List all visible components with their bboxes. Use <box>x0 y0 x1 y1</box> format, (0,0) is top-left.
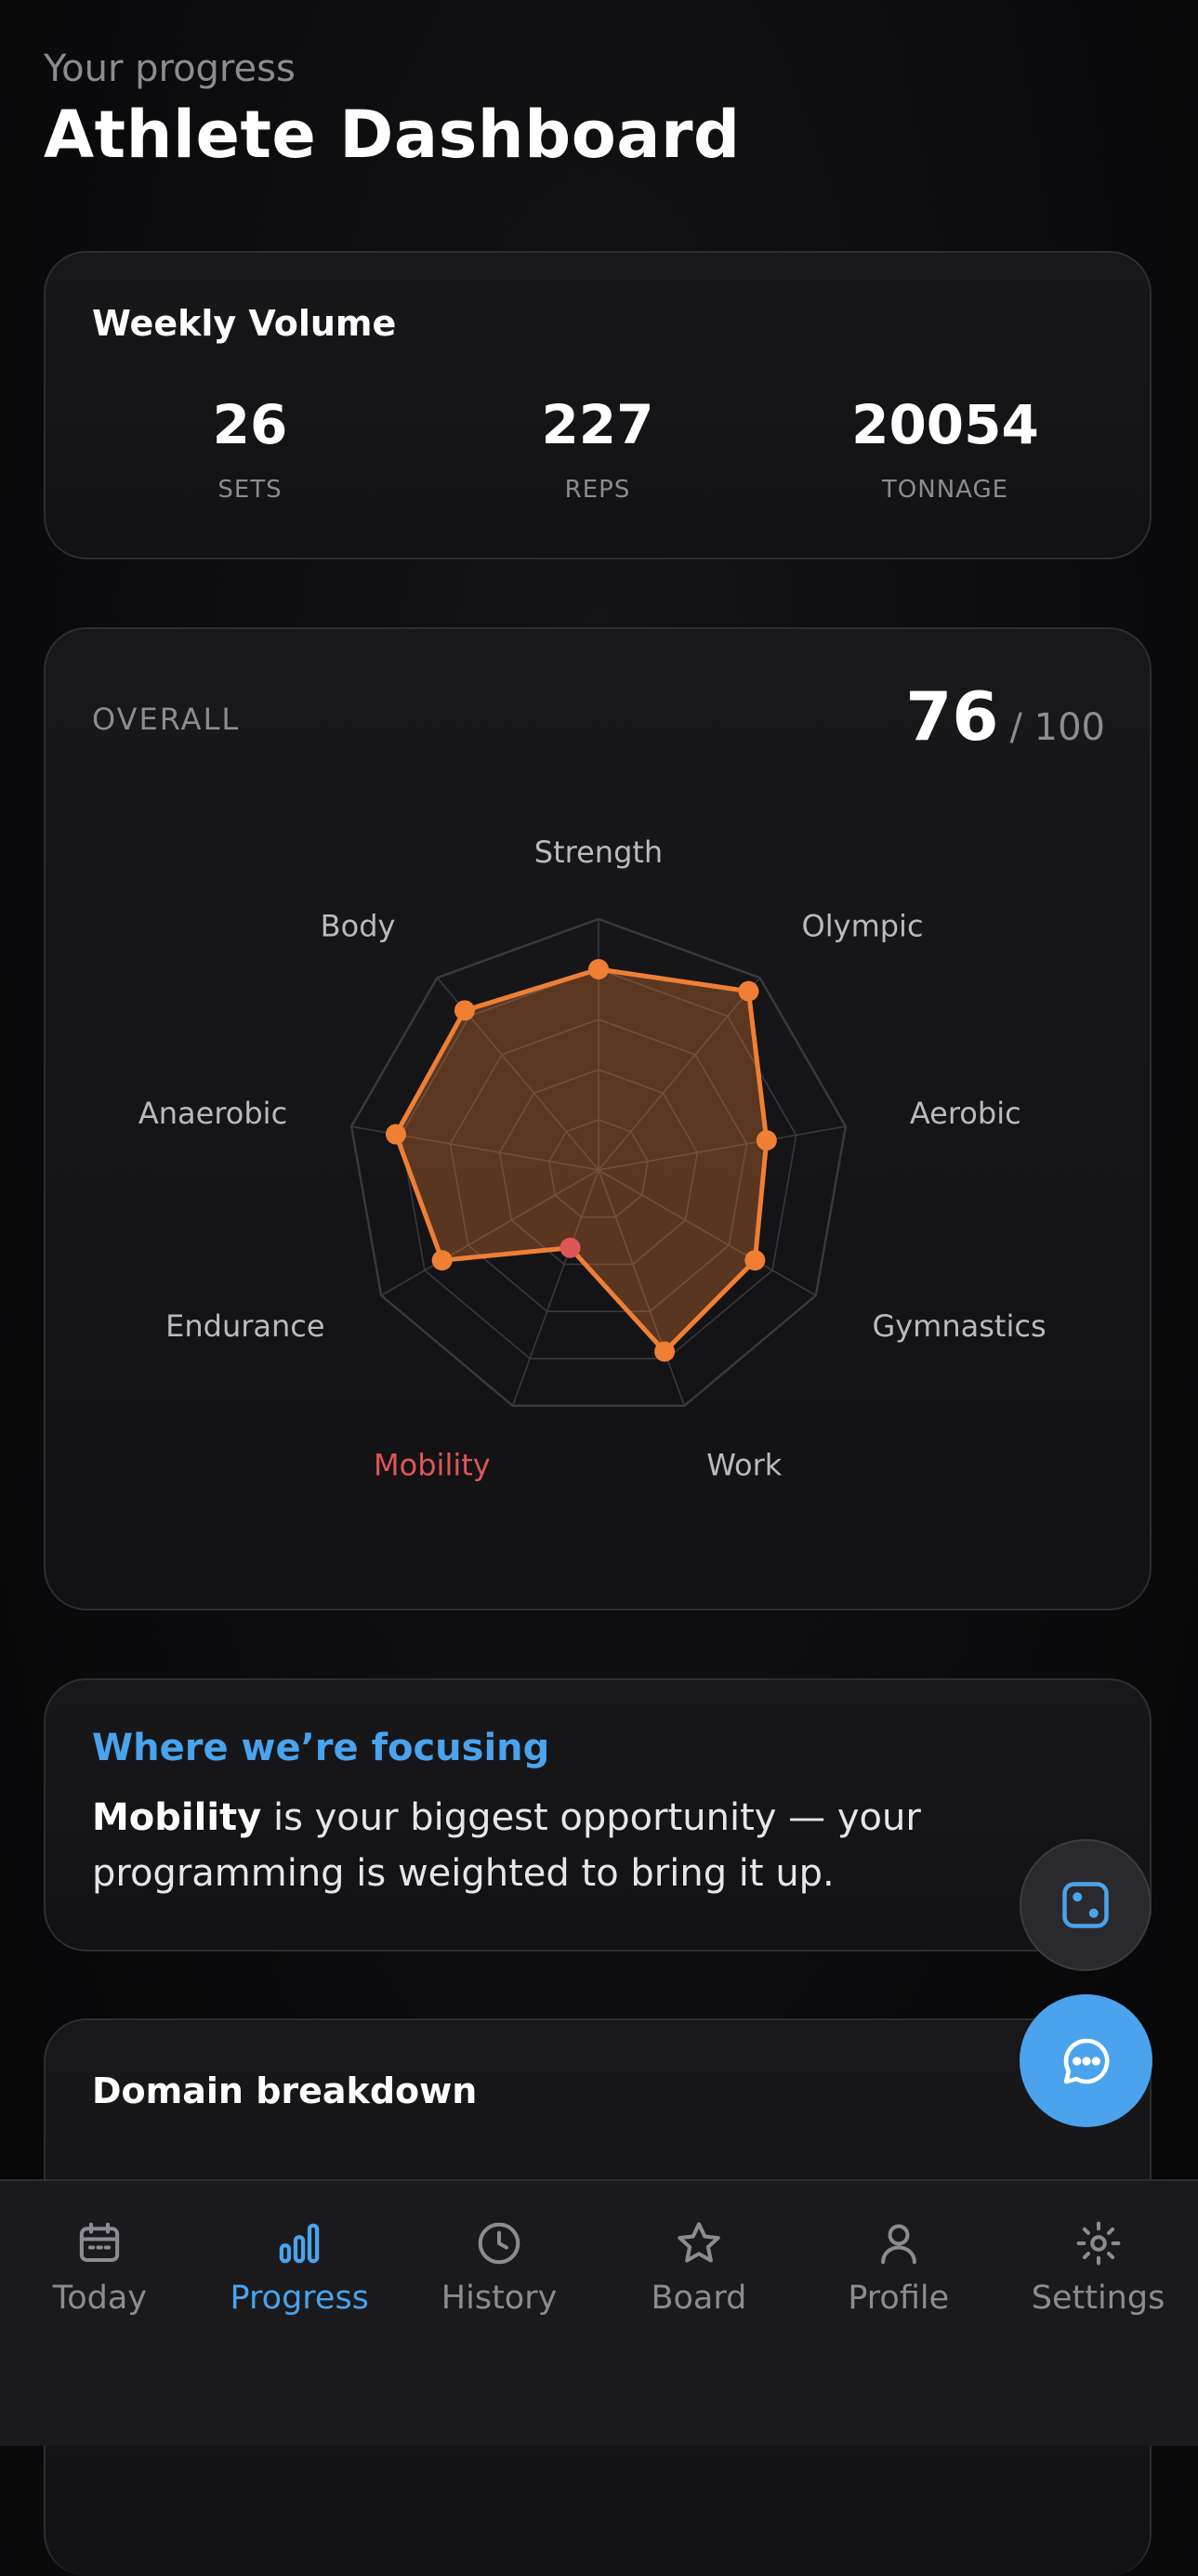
radar-point-olympic <box>738 980 759 1002</box>
tab-label: Today <box>52 2280 148 2317</box>
dice-icon <box>1062 1882 1109 1928</box>
tab-today[interactable]: Today <box>0 2181 200 2446</box>
stat-tonnage: 20054 TONNAGE <box>815 392 1075 504</box>
overall-card: OVERALL 76 / 100 Strength Olympic Aerobic G… <box>44 627 1152 1610</box>
focus-text: Mobility is your biggest opportunity — y… <box>92 1790 1059 1901</box>
stat-value: 20054 <box>851 393 1039 456</box>
radar-point-strength <box>588 959 609 979</box>
tab-profile[interactable]: Profile <box>798 2181 998 2446</box>
stat-label: TONNAGE <box>881 476 1009 504</box>
star-icon <box>678 2222 720 2263</box>
stat-sets: 26 SETS <box>120 392 380 504</box>
tab-label: Board <box>651 2280 747 2317</box>
weekly-volume-stats: 26 SETS 227 REPS 20054 TONNAGE <box>46 392 1150 504</box>
radar-point-work <box>654 1341 676 1362</box>
weekly-volume-title: Weekly Volume <box>92 303 397 344</box>
radar-chart: Strength Olympic Aerobic Gymnastics Work Mobi… <box>138 835 1047 1482</box>
radar-series-area <box>393 966 770 1354</box>
focus-card: Where we’re focusing Mobility is your bi… <box>44 1678 1152 1952</box>
tab-label: Profile <box>848 2280 950 2317</box>
tab-board[interactable]: Board <box>599 2181 798 2446</box>
radar-point-anaerobic <box>385 1124 406 1145</box>
stat-label: REPS <box>564 476 631 504</box>
chat-button[interactable] <box>1020 1994 1152 2127</box>
calendar-icon <box>80 2222 120 2263</box>
stat-value: 227 <box>541 393 654 456</box>
page-title: Athlete Dashboard <box>44 97 741 173</box>
stat-value: 26 <box>212 393 288 456</box>
page-header: Your progress Athlete Dashboard <box>44 41 741 173</box>
radar-axis-label-body: Body <box>321 909 396 944</box>
bar-chart-icon <box>279 2223 320 2264</box>
gear-icon <box>1076 2221 1120 2266</box>
radar-axis-label-strength: Strength <box>534 835 663 870</box>
radar-point-endurance <box>431 1250 453 1271</box>
tab-label: History <box>441 2280 558 2317</box>
radar-point-aerobic <box>756 1130 777 1151</box>
radar-axis-label-endurance: Endurance <box>165 1308 324 1344</box>
focus-highlight: Mobility <box>92 1796 262 1839</box>
radar-point-body <box>454 1000 475 1021</box>
user-icon <box>880 2224 916 2265</box>
radar-axis-label-work: Work <box>706 1447 783 1482</box>
tab-label: Progress <box>230 2280 369 2317</box>
radar-axis-label-olympic: Olympic <box>802 909 924 944</box>
radar-axis-label-mobility: Mobility <box>374 1447 491 1482</box>
tab-label: Settings <box>1031 2280 1165 2317</box>
tab-progress[interactable]: Progress <box>200 2181 400 2446</box>
domain-breakdown-title: Domain breakdown <box>92 2070 478 2111</box>
radar-point-mobility <box>560 1237 581 1258</box>
stat-label: SETS <box>217 476 283 504</box>
radar-axis-label-anaerobic: Anaerobic <box>138 1096 287 1131</box>
radar-axis-label-aerobic: Aerobic <box>910 1096 1021 1131</box>
radar-point-gymnastics <box>744 1250 766 1271</box>
tab-bar: Today Progress History Board Profile Set… <box>0 2179 1198 2446</box>
weekly-volume-card: Weekly Volume 26 SETS 227 REPS 20054 TON… <box>44 251 1152 559</box>
page-subtitle: Your progress <box>44 47 296 90</box>
chat-icon <box>1063 2038 1109 2083</box>
tab-history[interactable]: History <box>400 2181 599 2446</box>
radar-axis-label-gymnastics: Gymnastics <box>872 1308 1046 1344</box>
tab-settings[interactable]: Settings <box>998 2181 1198 2446</box>
dice-button[interactable] <box>1020 1839 1152 1971</box>
focus-title: Where we’re focusing <box>92 1727 550 1769</box>
stat-reps: 227 REPS <box>467 392 728 504</box>
clock-icon <box>478 2222 520 2265</box>
